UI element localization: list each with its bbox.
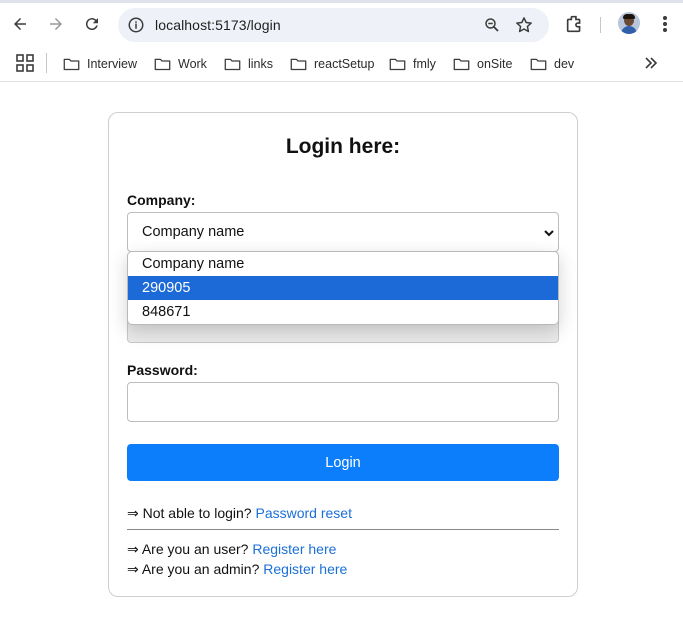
login-button[interactable]: Login	[127, 444, 559, 481]
bookmark-label: Work	[178, 57, 207, 71]
company-dropdown-list: Company name 290905 848671	[127, 251, 559, 325]
user-register-link[interactable]: Register here	[252, 541, 336, 557]
login-card: Login here: Company: Company name Passwo…	[108, 112, 578, 597]
company-label: Company:	[127, 192, 196, 208]
bookmark-label: fmly	[413, 57, 436, 71]
bookmark-label: Interview	[87, 57, 138, 71]
user-register-line: ⇒ Are you an user? Register here	[127, 541, 336, 558]
bookmark-folder-work[interactable]: Work	[154, 53, 207, 75]
password-reset-link[interactable]: Password reset	[255, 505, 351, 521]
profile-avatar[interactable]	[618, 12, 640, 34]
tab-strip-edge	[0, 0, 683, 3]
bookmark-folder-onsite[interactable]: onSite	[453, 53, 512, 75]
admin-register-line: ⇒ Are you an admin? Register here	[127, 561, 347, 578]
browser-menu-icon[interactable]	[656, 14, 674, 34]
bookmark-folder-dev[interactable]: dev	[530, 53, 574, 75]
user-register-prefix: ⇒ Are you an user?	[127, 541, 253, 557]
folder-icon	[290, 58, 307, 71]
password-reset-prefix: ⇒ Not able to login?	[127, 505, 256, 521]
url-text[interactable]: localhost:5173/login	[155, 17, 281, 33]
divider	[127, 529, 559, 530]
browser-toolbar: localhost:5173/login	[0, 0, 683, 47]
bookmark-folder-fmly[interactable]: fmly	[389, 53, 436, 75]
bookmark-folder-links[interactable]: links	[224, 53, 273, 75]
forward-button[interactable]	[43, 11, 69, 37]
folder-icon	[63, 58, 80, 71]
admin-register-link[interactable]: Register here	[263, 561, 347, 577]
password-field[interactable]	[127, 382, 559, 422]
apps-grid-icon[interactable]	[16, 54, 34, 72]
folder-icon	[154, 58, 171, 71]
bookmark-star-icon[interactable]	[514, 15, 534, 35]
bookmark-label: reactSetup	[314, 57, 375, 71]
chevron-double-right-icon[interactable]	[643, 55, 659, 71]
bookmark-label: onSite	[477, 57, 513, 71]
folder-icon	[453, 58, 470, 71]
company-select-value: Company name	[142, 224, 245, 240]
folder-icon	[530, 58, 547, 71]
extensions-icon[interactable]	[564, 13, 586, 35]
bookmarks-separator	[46, 53, 47, 73]
dropdown-option[interactable]: Company name	[128, 252, 558, 276]
password-reset-line: ⇒ Not able to login? Password reset	[127, 505, 352, 522]
arrow-right-icon	[50, 18, 62, 30]
admin-register-prefix: ⇒ Are you an admin?	[127, 561, 264, 577]
address-bar[interactable]: localhost:5173/login	[118, 8, 549, 42]
toolbar-separator	[600, 17, 601, 33]
bookmark-label: links	[248, 57, 274, 71]
page-title: Login here:	[285, 135, 401, 158]
arrow-left-icon	[14, 18, 26, 30]
page-content: Login here: Company: Company name Passwo…	[0, 82, 683, 626]
bookmark-folder-reactsetup[interactable]: reactSetup	[290, 53, 374, 75]
bookmarks-bar: Interview Work links reactSetup fmly onS…	[0, 47, 683, 82]
chevron-down-icon	[544, 230, 554, 237]
back-button[interactable]	[7, 11, 33, 37]
password-label: Password:	[127, 362, 198, 378]
dropdown-option[interactable]: 848671	[128, 300, 558, 324]
reload-button[interactable]	[79, 11, 105, 37]
folder-icon	[224, 58, 241, 71]
site-info-icon[interactable]	[126, 15, 146, 35]
zoom-icon[interactable]	[483, 16, 501, 34]
bookmark-folder-interview[interactable]: Interview	[63, 53, 137, 75]
company-select[interactable]: Company name	[127, 212, 559, 252]
reload-icon	[85, 18, 98, 31]
folder-icon	[389, 58, 406, 71]
bookmark-label: dev	[554, 57, 575, 71]
dropdown-option-highlighted[interactable]: 290905	[128, 276, 558, 300]
